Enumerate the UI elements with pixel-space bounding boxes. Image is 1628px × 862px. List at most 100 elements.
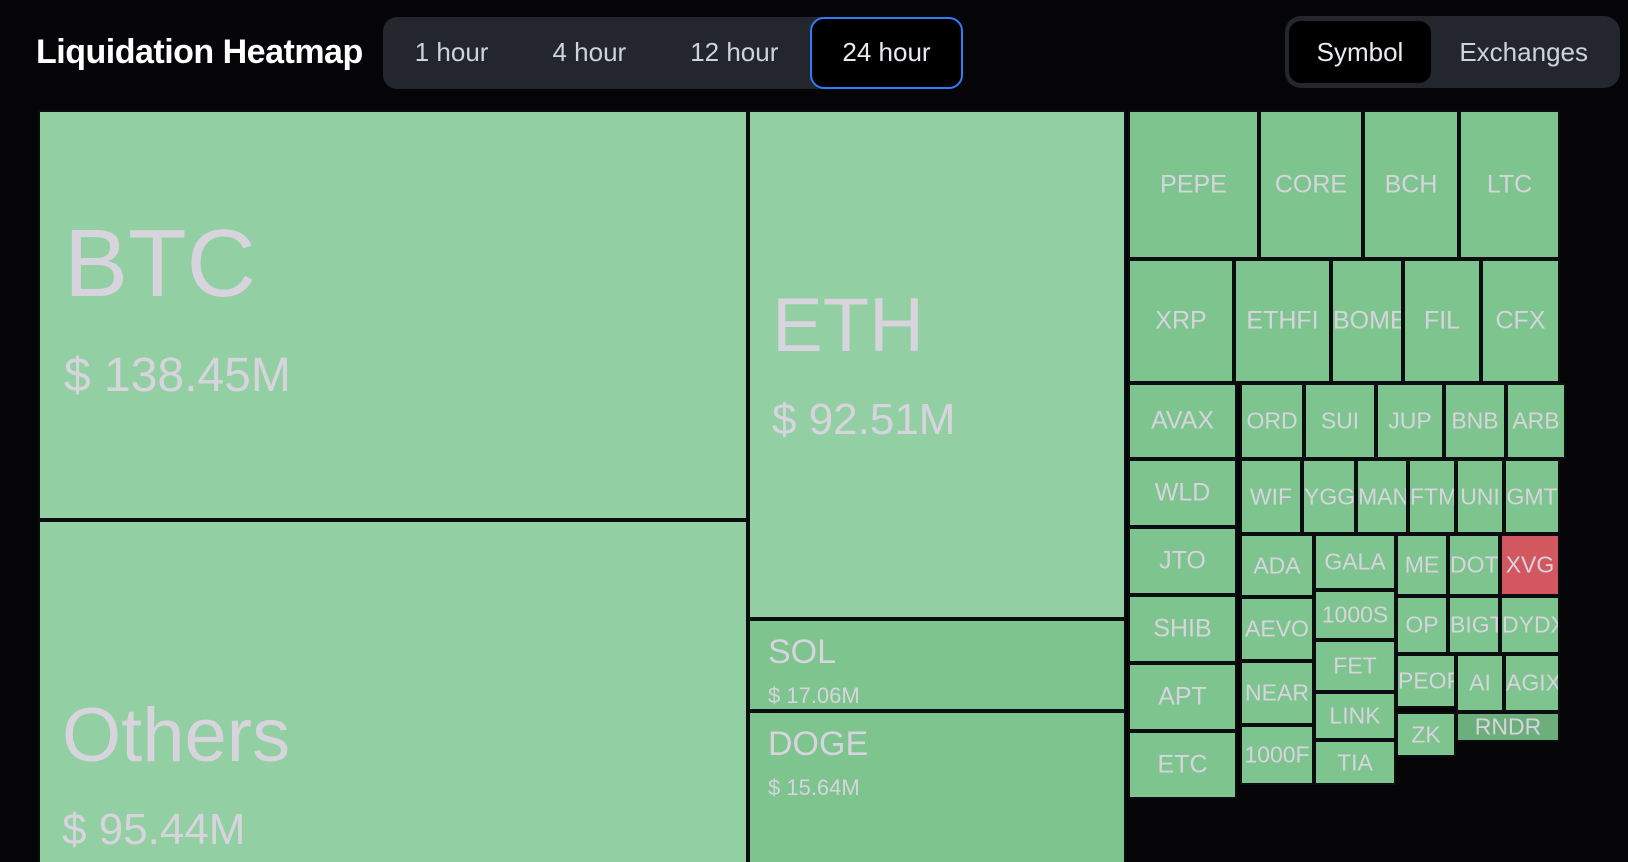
treemap-tile-ord[interactable]: ORD [1240,383,1304,459]
tile-label: CORE [1261,172,1361,197]
tile-label: JTO [1130,549,1235,574]
treemap-tile-uni[interactable]: UNI [1456,459,1504,534]
tile-label: NEAR [1242,682,1312,705]
treemap-tile-sol[interactable]: SOL$ 17.06M [748,619,1126,711]
timeframe-tab-1-hour[interactable]: 1 hour [383,17,521,89]
treemap-tile-bch[interactable]: BCH [1363,110,1459,259]
treemap-tile-ada[interactable]: ADA [1240,534,1314,597]
treemap-tile-1000s[interactable]: 1000S [1314,590,1396,640]
tile-label: SUI [1306,410,1374,433]
treemap-tile-1000f[interactable]: 1000F [1240,725,1314,785]
tile-label: BNB [1446,410,1504,433]
treemap-tile-jup[interactable]: JUP [1376,383,1444,459]
timeframe-tab-4-hour[interactable]: 4 hour [520,17,658,89]
treemap-tile-zk[interactable]: ZK [1396,712,1456,757]
tile-label: Others [62,698,290,774]
tile-label: BCH [1365,172,1457,197]
treemap-tile-wif[interactable]: WIF [1240,459,1302,534]
tile-label: BOME [1333,309,1401,334]
treemap-tile-cfx[interactable]: CFX [1481,259,1560,383]
treemap-tile-op[interactable]: OP [1396,596,1448,654]
treemap-tile-gmt[interactable]: GMT [1504,459,1560,534]
timeframe-tab-24-hour[interactable]: 24 hour [810,17,962,89]
treemap-tile-arb[interactable]: ARB [1506,383,1566,459]
app-header: Liquidation Heatmap 1 hour4 hour12 hour2… [0,0,1628,105]
treemap-tile-avax[interactable]: AVAX [1128,383,1237,459]
tile-label: YGG [1304,485,1354,508]
tile-label: SHIB [1130,617,1235,642]
treemap-tile-near[interactable]: NEAR [1240,661,1314,725]
tile-label: LTC [1461,172,1558,197]
view-mode-symbol[interactable]: Symbol [1289,21,1432,83]
tile-label: MANTA [1358,485,1406,508]
treemap-tile-ygg[interactable]: YGG [1302,459,1356,534]
tile-label: AI [1458,672,1502,695]
tile-value: $ 92.51M [772,398,955,442]
treemap-tile-people[interactable]: PEOPLE [1396,654,1456,708]
treemap-tile-pepe[interactable]: PEPE [1128,110,1259,259]
tile-label: AVAX [1130,409,1235,434]
timeframe-tab-12-hour[interactable]: 12 hour [658,17,810,89]
treemap-tile-eth[interactable]: ETH $ 92.51M [748,110,1126,619]
treemap-tile-dot[interactable]: DOT [1448,534,1500,596]
tile-label: APT [1130,685,1235,710]
treemap-tile-ethfi[interactable]: ETHFI [1234,259,1331,383]
treemap-tile-btc[interactable]: BTC$ 138.45M [38,110,748,520]
tile-value: $ 95.44M [62,808,245,852]
treemap-tile-doge[interactable]: DOGE$ 15.64M [748,711,1126,862]
tile-label: DOT [1450,554,1498,577]
tile-label: ZK [1398,723,1454,746]
treemap-chart: BTC$ 138.45M Others $ 95.44M ETH $ 92.51M SOL… [0,105,1628,862]
tile-label: DOGE [768,727,868,761]
treemap-tile-me[interactable]: ME [1396,534,1448,596]
treemap-tile-apt[interactable]: APT [1128,663,1237,731]
treemap-tile-others[interactable]: Others $ 95.44M [38,520,748,862]
tile-label: 1000F [1242,744,1312,767]
treemap-tile-bome[interactable]: BOME [1331,259,1403,383]
tile-label: LINK [1316,705,1394,728]
treemap-tile-xrp[interactable]: XRP [1128,259,1234,383]
tile-label: FET [1316,655,1394,678]
tile-label: ETHFI [1236,309,1329,334]
treemap-tile-ftm[interactable]: FTM [1408,459,1456,534]
treemap-tile-agix[interactable]: AGIX [1504,654,1560,712]
treemap-tile-rndr[interactable]: RNDR [1456,712,1560,742]
treemap-tile-wld[interactable]: WLD [1128,459,1237,527]
treemap-tile-aevo[interactable]: AEVO [1240,597,1314,661]
tile-label: AEVO [1242,618,1312,641]
treemap-tile-gala[interactable]: GALA [1314,534,1396,590]
tile-label: ME [1398,554,1446,577]
treemap-tile-jto[interactable]: JTO [1128,527,1237,595]
tile-label: RNDR [1458,716,1558,739]
treemap-tile-fil[interactable]: FIL [1403,259,1481,383]
timeframe-tab-group: 1 hour4 hour12 hour24 hour [383,17,963,89]
treemap-tile-link[interactable]: LINK [1314,692,1396,740]
tile-label: WLD [1130,481,1235,506]
tile-label: XRP [1130,309,1232,334]
treemap-tile-etc[interactable]: ETC [1128,731,1237,799]
treemap-tile-sui[interactable]: SUI [1304,383,1376,459]
view-mode-exchanges[interactable]: Exchanges [1431,21,1616,83]
treemap-tile-xvg[interactable]: XVG [1500,534,1560,596]
tile-label: 1000S [1316,604,1394,627]
treemap-tile-fet[interactable]: FET [1314,640,1396,692]
tile-label: PEPE [1130,172,1257,197]
treemap-tile-manta[interactable]: MANTA [1356,459,1408,534]
treemap-tile-ai[interactable]: AI [1456,654,1504,712]
page-title: Liquidation Heatmap [36,33,363,72]
tile-label: AGIX [1506,672,1558,695]
treemap-tile-bnb[interactable]: BNB [1444,383,1506,459]
treemap-tile-dydx[interactable]: DYDX [1500,596,1560,654]
treemap-tile-ltc[interactable]: LTC [1459,110,1560,259]
treemap-tile-shib[interactable]: SHIB [1128,595,1237,663]
tile-value: $ 17.06M [768,685,860,707]
tile-label: XVG [1502,554,1558,577]
treemap-tile-tia[interactable]: TIA [1314,740,1396,785]
treemap-tile-bigtime[interactable]: BIGTIME [1448,596,1500,654]
tile-label: OP [1398,614,1446,637]
treemap-tile-core[interactable]: CORE [1259,110,1363,259]
tile-label: ETH [772,288,924,364]
tile-label: BIGTIME [1450,614,1498,637]
liquidation-heatmap-app: Liquidation Heatmap 1 hour4 hour12 hour2… [0,0,1628,862]
tile-label: FIL [1405,309,1479,334]
